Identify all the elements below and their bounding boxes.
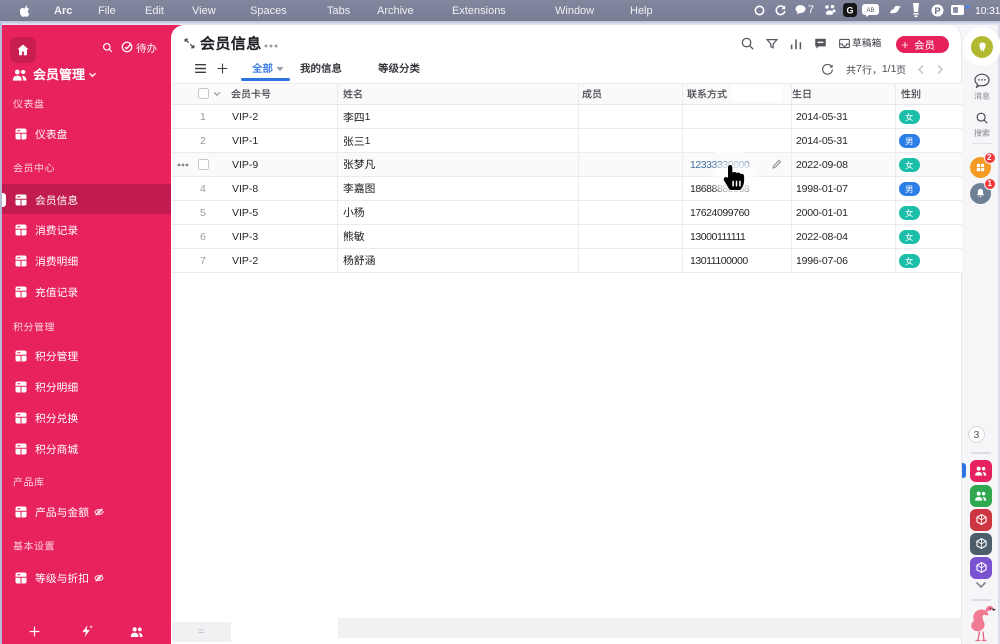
svg-text:AB: AB [866,8,874,14]
svg-text:G: G [846,6,853,16]
svg-text:P: P [934,6,940,16]
